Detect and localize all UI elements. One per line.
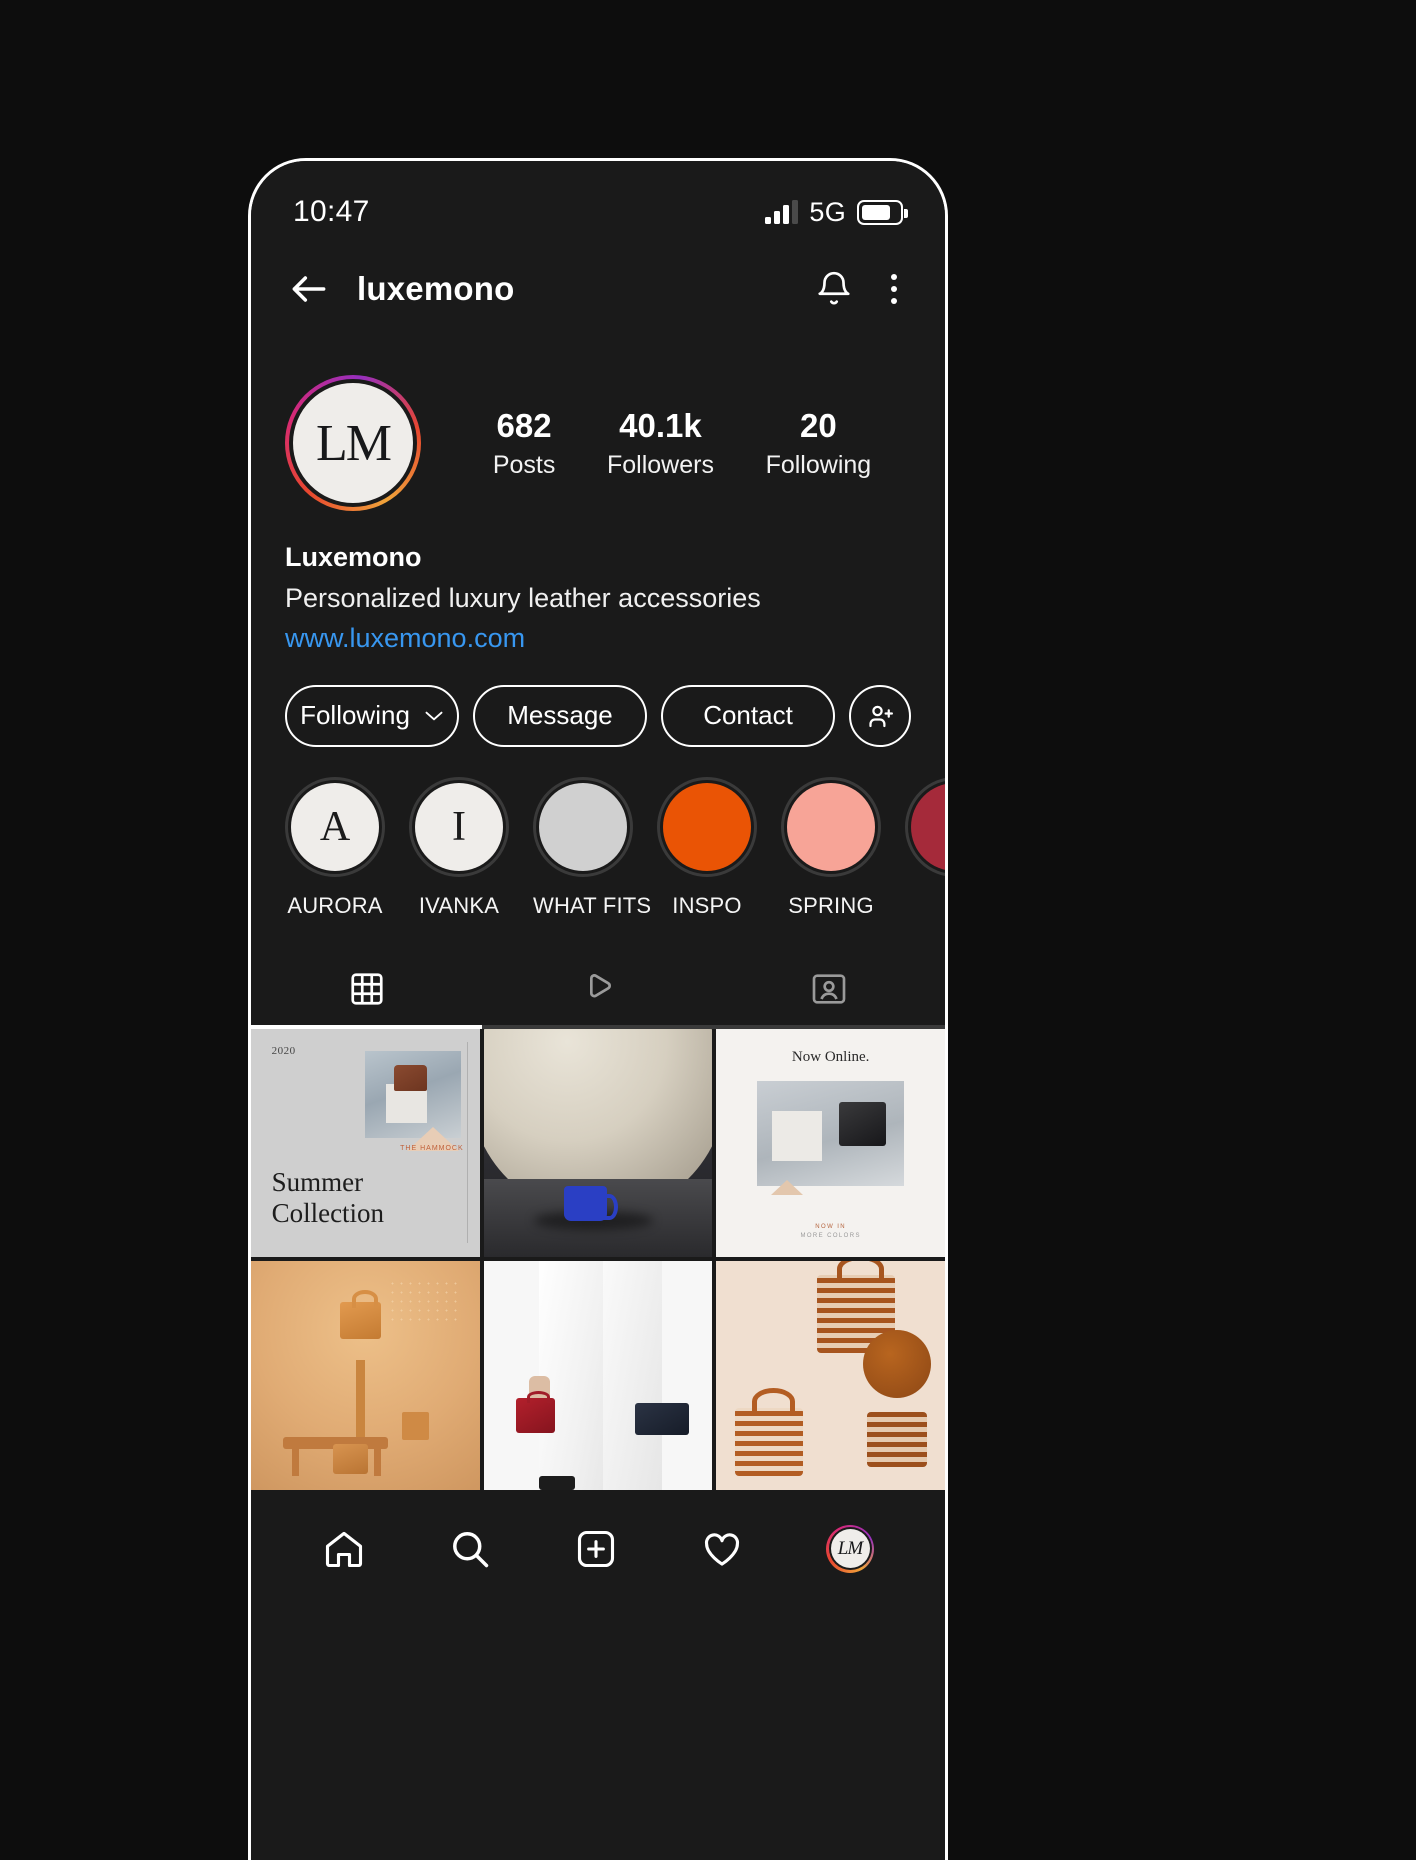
highlight-cover: A <box>291 782 379 871</box>
heart-icon[interactable] <box>700 1527 744 1571</box>
search-icon[interactable] <box>448 1527 492 1571</box>
plus-square-icon[interactable] <box>574 1527 618 1571</box>
stat-following[interactable]: 20 Following <box>766 406 872 479</box>
stat-followers-label: Followers <box>606 450 714 479</box>
nav-avatar-monogram: LM <box>830 1529 870 1569</box>
stat-posts-value: 682 <box>496 407 552 445</box>
signal-bars-icon <box>765 200 799 224</box>
stat-followers-value: 40.1k <box>619 407 702 445</box>
highlight-ivanka[interactable]: I IVANKA <box>409 776 509 919</box>
post-white-outfit-bags[interactable] <box>483 1261 713 1490</box>
phone-screen: 10:47 5G luxemono LM 682 Posts 40.1k Fol… <box>251 161 945 1860</box>
stat-followers[interactable]: 40.1k Followers <box>607 406 714 479</box>
stat-posts[interactable]: 682 Posts <box>493 406 556 479</box>
profile-tabs <box>251 953 945 1025</box>
status-indicators: 5G <box>765 196 908 228</box>
bottom-navigation-bar: LM <box>251 1490 945 1608</box>
post-title-line2: Collection <box>271 1198 385 1229</box>
add-person-button[interactable] <box>849 684 911 747</box>
highlight-label: WHAT FITS <box>533 892 652 918</box>
highlight-label: IVANKA <box>418 892 500 918</box>
phone-frame: 10:47 5G luxemono LM 682 Posts 40.1k Fol… <box>248 158 948 1860</box>
highlight-cover <box>911 782 945 871</box>
profile-action-buttons: Following Message Contact <box>251 659 945 747</box>
profile-bio-text: Personalized luxury leather accessories <box>285 582 761 613</box>
chevron-down-icon <box>425 711 443 720</box>
profile-bio: Luxemono Personalized luxury leather acc… <box>251 511 945 659</box>
highlight-cover <box>787 782 875 871</box>
add-person-icon <box>869 705 893 727</box>
highlight-cover <box>663 782 751 871</box>
status-bar: 10:47 5G <box>251 161 945 237</box>
post-year: 2020 <box>271 1044 296 1057</box>
highlight-aurora[interactable]: A AURORA <box>285 776 385 919</box>
kebab-menu-icon[interactable] <box>879 274 909 304</box>
post-summer-collection[interactable]: 2020 THE HAMMOCK Summer Collection <box>251 1028 480 1258</box>
nav-profile-avatar[interactable]: LM <box>826 1524 874 1573</box>
reels-icon <box>589 973 611 997</box>
highlight-cover <box>539 782 627 871</box>
app-bar: luxemono <box>251 237 945 341</box>
post-tan-still-life[interactable] <box>251 1261 480 1490</box>
app-bar-actions <box>815 270 909 308</box>
post-caption-left: THE HAMMOCK <box>400 1145 464 1153</box>
stat-following-label: Following <box>765 450 872 479</box>
highlight-label: INSPO <box>672 892 742 918</box>
post-footer-2: MORE COLORS <box>800 1232 861 1239</box>
grid-icon <box>351 972 383 1005</box>
avatar-monogram: LM <box>293 383 413 503</box>
screenshot-stage: 10:47 5G luxemono LM 682 Posts 40.1k Fol… <box>0 0 1416 1860</box>
posts-grid: 2020 THE HAMMOCK Summer Collection Now O… <box>251 1028 945 1490</box>
profile-header: LM 682 Posts 40.1k Followers 20 Followin… <box>251 341 945 511</box>
battery-icon <box>857 199 908 225</box>
highlight-next-partial[interactable] <box>905 776 945 919</box>
tab-reels[interactable] <box>482 953 713 1025</box>
profile-display-name: Luxemono <box>285 542 422 572</box>
home-icon[interactable] <box>322 1527 366 1571</box>
post-now-online[interactable]: Now Online. NOW IN MORE COLORS <box>716 1028 945 1258</box>
post-footer-1: NOW IN <box>815 1223 847 1230</box>
highlight-spring[interactable]: SPRING <box>781 776 881 919</box>
bell-icon[interactable] <box>815 270 853 308</box>
following-button[interactable]: Following <box>285 684 459 747</box>
contact-button-label: Contact <box>703 700 793 730</box>
following-button-label: Following <box>300 700 410 730</box>
stat-posts-label: Posts <box>492 450 556 479</box>
profile-website-link[interactable]: www.luxemono.com <box>285 618 911 659</box>
post-heading: Now Online. <box>791 1049 870 1066</box>
tab-grid[interactable] <box>251 953 482 1025</box>
story-highlights: A AURORA I IVANKA WHAT FITS INSPO SPRING <box>251 747 945 919</box>
highlight-what-fits[interactable]: WHAT FITS <box>533 776 652 919</box>
post-woven-basket-bags[interactable] <box>716 1261 945 1490</box>
highlight-inspo[interactable]: INSPO <box>657 776 757 919</box>
tab-tagged[interactable] <box>714 953 945 1025</box>
profile-stats: 682 Posts 40.1k Followers 20 Following <box>421 406 911 479</box>
tagged-icon <box>812 973 846 1004</box>
highlight-cover: I <box>415 782 503 871</box>
stat-following-value: 20 <box>800 407 837 445</box>
contact-button[interactable]: Contact <box>661 684 835 747</box>
highlight-label: AURORA <box>287 892 383 918</box>
profile-username-title: luxemono <box>357 270 515 307</box>
post-concrete-sphere-mug[interactable] <box>483 1028 713 1258</box>
message-button-label: Message <box>507 700 613 730</box>
message-button[interactable]: Message <box>473 684 647 747</box>
network-type-label: 5G <box>809 196 846 227</box>
status-time: 10:47 <box>293 195 370 228</box>
profile-avatar[interactable]: LM <box>285 375 421 511</box>
post-title-line1: Summer <box>271 1167 364 1198</box>
back-arrow-icon[interactable] <box>287 267 331 311</box>
highlight-label: SPRING <box>788 892 874 918</box>
